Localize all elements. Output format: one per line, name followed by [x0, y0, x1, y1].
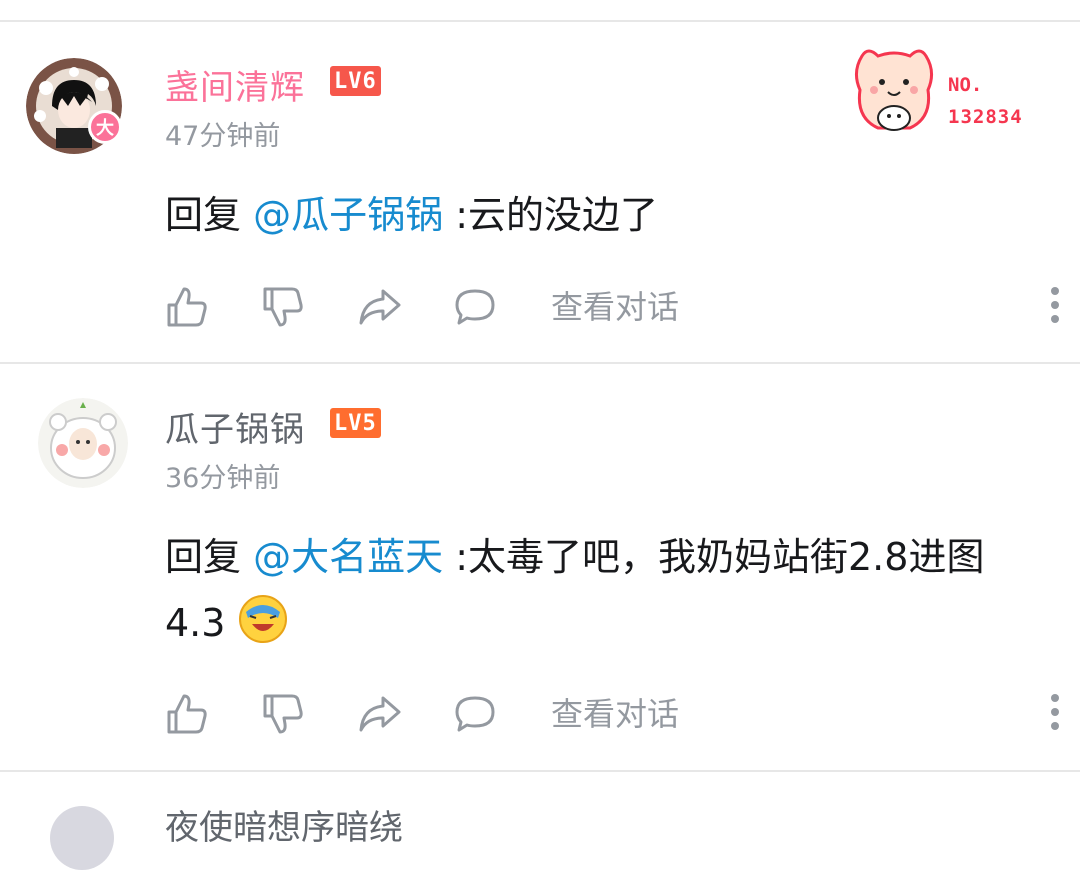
comment-content: 回复 @瓜子锅锅 :云的没边了: [165, 182, 1070, 248]
more-options-icon[interactable]: [1045, 692, 1065, 736]
fan-badge-number: 132834: [948, 106, 1023, 128]
reply-prefix: 回复: [165, 193, 242, 237]
level-badge: LV6: [330, 66, 381, 96]
like-icon[interactable]: [165, 285, 209, 329]
divider-2: [0, 770, 1080, 772]
level-badge: LV5: [330, 408, 381, 438]
comment-content: 回复 @大名蓝天 :太毒了吧，我奶妈站街2.8进图 4.3: [165, 524, 1070, 656]
action-bar: 查看对话: [165, 285, 1065, 329]
dislike-icon[interactable]: [261, 285, 305, 329]
action-bar: 查看对话: [165, 692, 1065, 736]
reply-prefix: 回复: [165, 535, 242, 579]
like-icon[interactable]: [165, 692, 209, 736]
bear-mascot-icon: [855, 49, 933, 131]
view-conversation-link[interactable]: 查看对话: [551, 692, 679, 736]
avatar[interactable]: [38, 398, 128, 488]
reply-icon[interactable]: [453, 692, 497, 736]
mention-link[interactable]: @大名蓝天: [253, 535, 443, 579]
divider-1: [0, 362, 1080, 364]
timestamp: 47分钟前: [165, 121, 281, 152]
reply-icon[interactable]: [453, 285, 497, 329]
comment-text: :太毒了吧，我奶妈站街2.8进图: [443, 535, 985, 579]
comment-text: :云的没边了: [443, 193, 659, 237]
divider-top: [0, 20, 1080, 22]
facepalm-laugh-emoji-icon: [238, 595, 287, 643]
share-icon[interactable]: [357, 692, 401, 736]
username[interactable]: 盏间清辉: [165, 60, 305, 109]
timestamp: 36分钟前: [165, 463, 281, 494]
partial-next-username[interactable]: 夜使暗想序暗绕: [165, 800, 403, 849]
share-icon[interactable]: [357, 285, 401, 329]
dislike-icon[interactable]: [261, 692, 305, 736]
username[interactable]: 瓜子锅锅: [165, 402, 305, 451]
vip-badge: 大: [88, 110, 122, 144]
view-conversation-link[interactable]: 查看对话: [551, 285, 679, 329]
fan-badge-label: NO.: [948, 74, 983, 96]
more-options-icon[interactable]: [1045, 285, 1065, 329]
fan-badge-card[interactable]: NO. 132834: [848, 44, 1048, 138]
comment-text-line2: 4.3: [165, 601, 226, 645]
mention-link[interactable]: @瓜子锅锅: [253, 193, 443, 237]
